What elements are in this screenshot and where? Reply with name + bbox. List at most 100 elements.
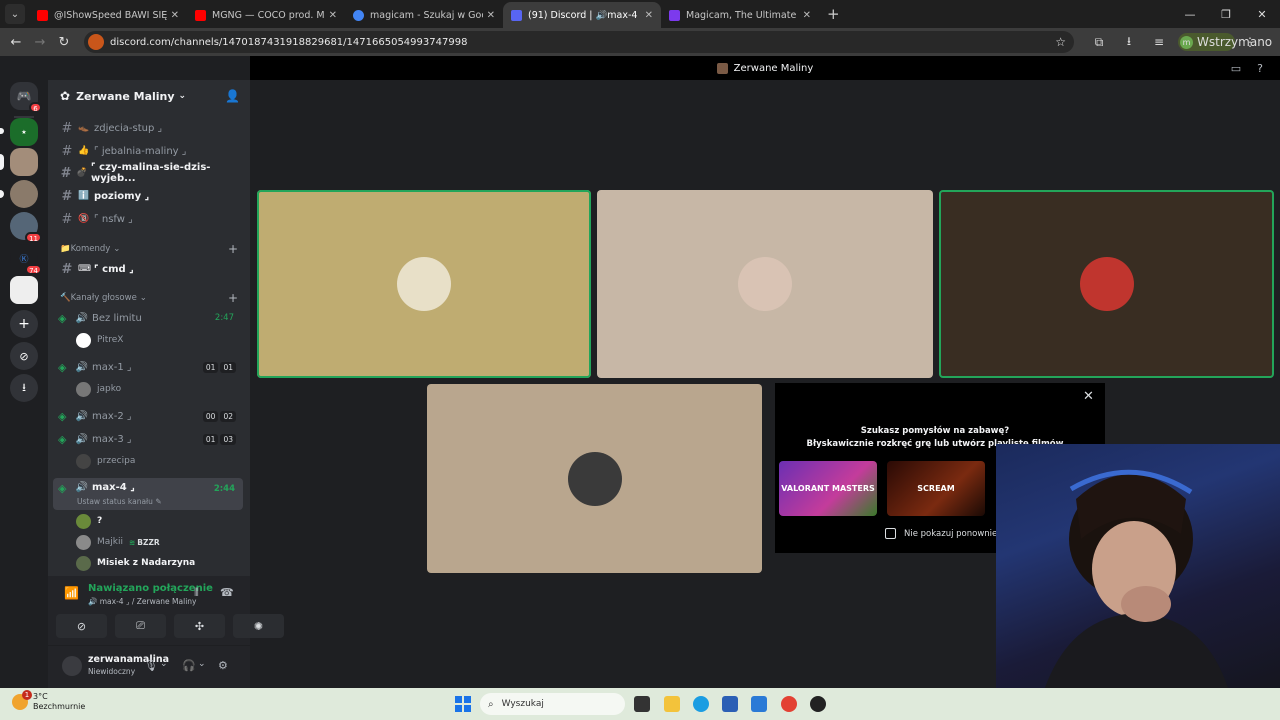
channel-item[interactable]: # 👍 ⌜ jebalnia-maliny ⌟ <box>56 141 242 161</box>
forward-button[interactable]: → <box>28 35 52 50</box>
server-header[interactable]: ✿ Zerwane Maliny ⌄ 👤 <box>48 80 250 112</box>
disconnect-icon[interactable]: ☎ <box>220 586 234 599</box>
headphones-icon[interactable]: 🎧 <box>182 659 196 672</box>
add-server-icon[interactable]: + <box>10 310 38 338</box>
server-icon[interactable] <box>10 276 38 304</box>
browser-tab[interactable]: Magicam, The Ultimate Real-Tim...✕ <box>661 2 819 28</box>
voice-shield-icon: ◈ <box>58 361 67 374</box>
chrome-icon[interactable] <box>781 696 797 712</box>
close-icon[interactable]: ✕ <box>329 10 337 21</box>
close-icon[interactable]: ✕ <box>171 10 179 21</box>
gear-icon[interactable]: ⚙ <box>218 659 228 672</box>
url-input[interactable]: discord.com/channels/1470187431918829681… <box>84 31 1074 53</box>
add-channel-icon[interactable]: + <box>228 291 238 305</box>
voice-channel[interactable]: ◈ 🔊 max-1 ⌟ 01 01 <box>56 357 242 377</box>
voice-user[interactable]: Misiek z Nadarzyna <box>76 553 195 573</box>
soundboard-button[interactable]: ✺ <box>233 614 284 638</box>
category-commands[interactable]: 📁 Komendy ⌄ <box>60 244 120 254</box>
app-icon[interactable] <box>810 696 826 712</box>
bookmark-star-icon[interactable]: ☆ <box>1055 35 1066 49</box>
file-explorer-icon[interactable] <box>664 696 680 712</box>
add-channel-icon[interactable]: + <box>228 242 238 256</box>
direct-messages-button[interactable]: 🎮 6 <box>10 82 42 113</box>
new-tab-button[interactable]: + <box>827 5 840 23</box>
taskbar-search-input[interactable]: ⌕ Wyszukaj <box>480 693 625 715</box>
minimize-button[interactable]: — <box>1172 8 1208 21</box>
profile-button[interactable]: m Wstrzymano <box>1178 33 1272 51</box>
invite-people-icon[interactable]: 👤 <box>225 89 240 103</box>
participant-tile[interactable] <box>939 190 1274 378</box>
server-icon[interactable] <box>10 180 38 208</box>
dont-show-again-checkbox[interactable]: Nie pokazuj ponownie <box>885 528 997 539</box>
channel-status-button[interactable]: Ustaw status kanału ✎ <box>77 497 162 506</box>
voice-user[interactable]: Majkii ≋ BZZR <box>76 532 160 552</box>
participant-tile[interactable] <box>257 190 591 378</box>
inbox-icon[interactable]: ▭ <box>1224 62 1248 75</box>
server-icon-zerwane-maliny[interactable] <box>10 148 38 176</box>
channel-item[interactable]: # 🔞 ⌜ nsfw ⌟ <box>56 209 242 229</box>
microphone-icon[interactable]: 🎙 <box>144 659 158 672</box>
voice-channel[interactable]: ◈ 🔊 Bez limitu 2:47 <box>56 308 242 328</box>
close-icon[interactable]: ✕ <box>1083 389 1094 404</box>
participant-tile[interactable] <box>597 190 933 378</box>
tab-search-button[interactable]: ⌄ <box>5 4 25 24</box>
magicam-icon <box>669 9 680 21</box>
windows-start-icon[interactable] <box>455 696 471 712</box>
channel-item-unread[interactable]: # 💣 ⌜ czy-malina-sie-dzis-wyjeb... <box>56 162 242 184</box>
weather-widget[interactable]: 1 3°C Bezchmurnie <box>12 690 85 712</box>
edge-icon[interactable] <box>693 696 709 712</box>
chevron-down-icon[interactable]: ⌄ <box>160 659 168 669</box>
server-icon[interactable]: 11 <box>10 212 42 243</box>
channel-item-unread[interactable]: # ℹ️ poziomy ⌟ <box>56 186 242 206</box>
screen-share-button[interactable]: ⎚ <box>115 614 166 638</box>
avatar[interactable] <box>62 656 82 676</box>
category-voice[interactable]: 🔨 Kanały głosowe ⌄ <box>60 293 147 303</box>
browser-tab[interactable]: @IShowSpeed BAWI SIĘ W WA...✕ <box>29 2 187 28</box>
browser-tab[interactable]: MGNG — COCO prod. MRGH ...✕ <box>187 2 345 28</box>
close-window-button[interactable]: ✕ <box>1244 8 1280 21</box>
voice-user[interactable]: ? <box>76 511 102 531</box>
voice-channel[interactable]: ◈ 🔊 max-3 ⌟ 01 03 <box>56 429 242 449</box>
download-icon[interactable]: ⭳ <box>1114 32 1144 53</box>
task-view-icon[interactable] <box>634 696 650 712</box>
voice-shield-icon: ◈ <box>58 433 67 446</box>
channel-item[interactable]: # 👞 zdjecia-stup ⌟ <box>56 118 242 138</box>
close-icon[interactable]: ✕ <box>803 10 811 21</box>
store-icon[interactable] <box>722 696 738 712</box>
avatar <box>76 555 91 571</box>
address-bar-row: ← → ↻ discord.com/channels/1470187431918… <box>0 28 1280 56</box>
explore-icon[interactable]: ⊘ <box>10 342 38 370</box>
back-button[interactable]: ← <box>4 35 28 50</box>
voice-user[interactable]: PitreX <box>76 330 123 350</box>
avatar <box>76 534 91 550</box>
media-icon[interactable]: ≡ <box>1144 35 1174 49</box>
voice-user[interactable]: przecipa <box>76 451 135 471</box>
activities-button[interactable]: ✣ <box>174 614 225 638</box>
server-icon[interactable]: Ⓚ 74 <box>10 244 42 275</box>
voice-channel[interactable]: ◈ 🔊 max-2 ⌟ 00 02 <box>56 406 242 426</box>
server-icon[interactable]: ★ <box>10 118 38 146</box>
close-icon[interactable]: ✕ <box>645 10 653 21</box>
participant-tile[interactable] <box>427 384 762 573</box>
browser-tab[interactable]: magicam - Szukaj w Google✕ <box>345 2 503 28</box>
site-info-icon[interactable] <box>88 34 104 50</box>
reload-button[interactable]: ↻ <box>52 35 76 50</box>
browser-tab-active[interactable]: (91) Discord | 🔊max-4 ... ✕ <box>503 2 661 28</box>
outlook-icon[interactable] <box>751 696 767 712</box>
chevron-down-icon: ⌄ <box>113 244 121 254</box>
chevron-down-icon[interactable]: ⌄ <box>198 659 206 669</box>
camera-off-button[interactable]: ⊘ <box>56 614 107 638</box>
download-apps-icon[interactable]: ⭳ <box>10 374 38 402</box>
voice-user[interactable]: japko <box>76 379 121 399</box>
help-icon[interactable]: ? <box>1248 62 1272 75</box>
activity-card-valorant[interactable]: VALORANT MASTERS <box>779 461 877 516</box>
signal-icon[interactable]: 📶 <box>64 586 79 600</box>
noise-suppression-icon[interactable]: ⦀ <box>194 586 199 600</box>
hash-icon: # <box>61 120 73 136</box>
maximize-button[interactable]: ❐ <box>1208 8 1244 21</box>
menu-icon[interactable]: ⋮ <box>1235 35 1265 49</box>
extensions-icon[interactable]: ⧉ <box>1084 35 1114 50</box>
channel-item-cmd[interactable]: # ⌨ ⌜ cmd ⌟ <box>56 259 242 279</box>
activity-card-scream[interactable]: SCREAM <box>887 461 985 516</box>
close-icon[interactable]: ✕ <box>487 10 495 21</box>
